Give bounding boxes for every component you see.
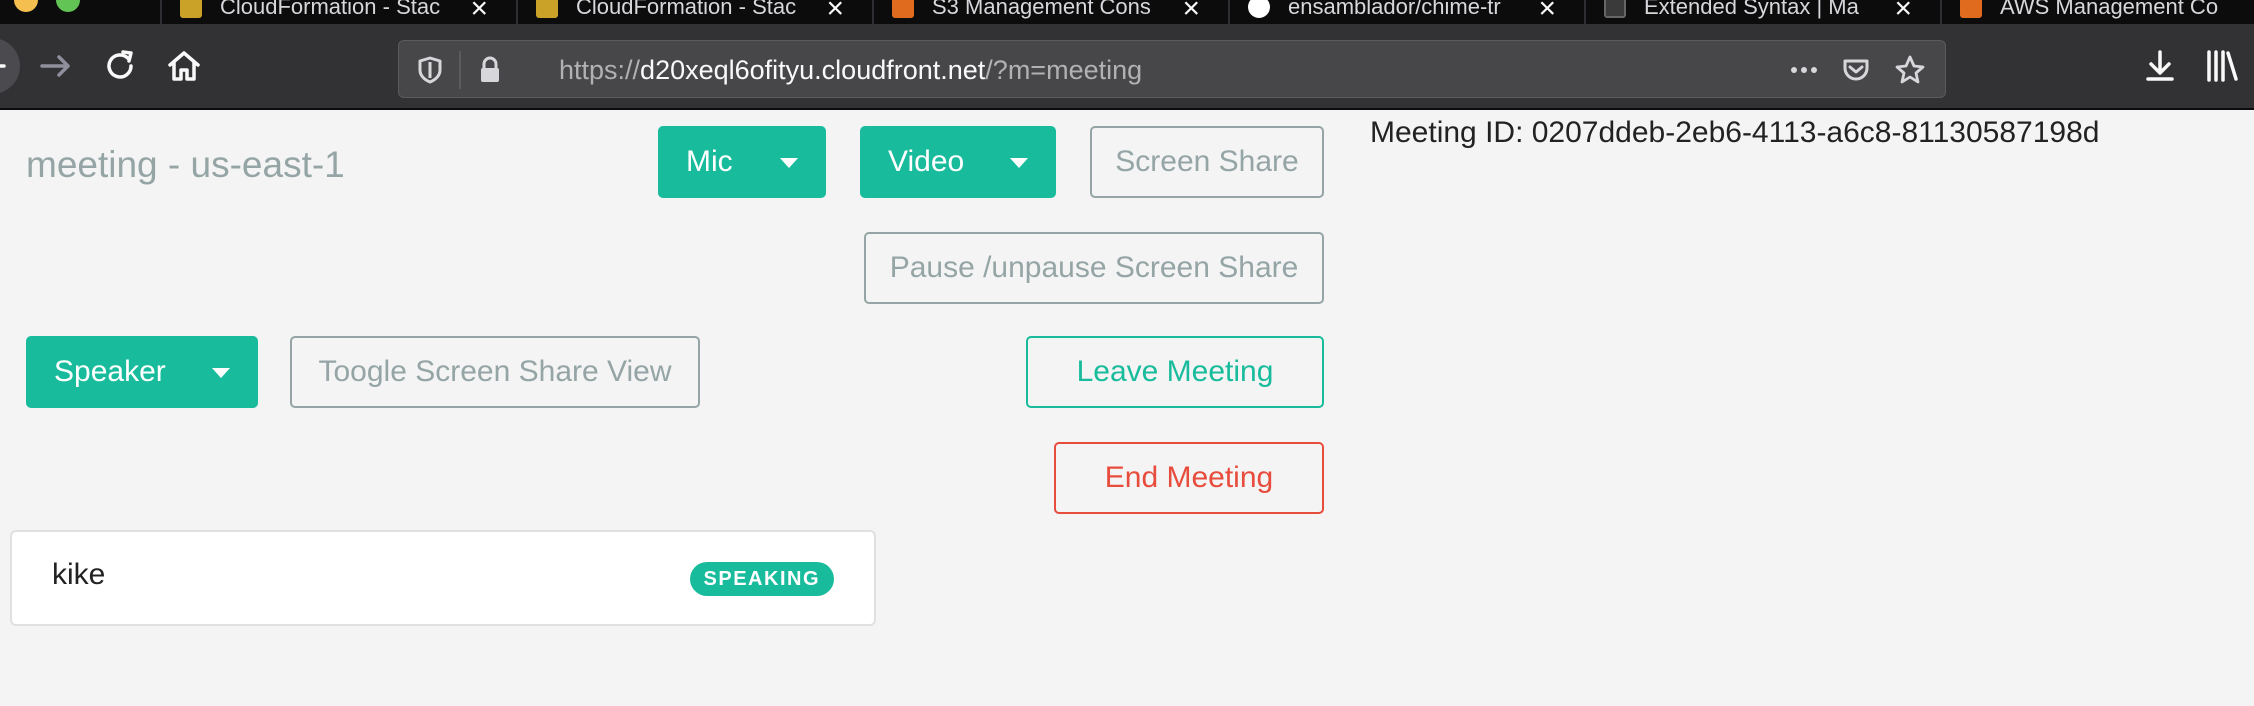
cloudformation-favicon-icon [536, 0, 558, 18]
end-meeting-button[interactable]: End Meeting [1054, 442, 1324, 514]
back-icon [0, 64, 6, 68]
meeting-id-label: Meeting ID: 0207ddeb-2eb6-4113-a6c8-8113… [1370, 116, 2100, 149]
tab-title: S3 Management Cons [932, 0, 1151, 19]
url-path: /?m=meeting [985, 55, 1143, 85]
github-favicon-icon [1248, 0, 1270, 18]
roster-list-item: kike SPEAKING [10, 530, 876, 626]
tab-title: AWS Management Co [2000, 0, 2219, 19]
url-domain: d20xeql6ofityu.cloudfront.net [640, 55, 986, 85]
caret-down-icon [1010, 158, 1028, 168]
tab-title: Extended Syntax | Ma [1644, 0, 1859, 19]
leave-meeting-label: Leave Meeting [1076, 355, 1274, 388]
tab-title: CloudFormation - Stac [220, 0, 441, 19]
pocket-icon[interactable] [1839, 53, 1873, 87]
attendee-name: kike [52, 558, 106, 591]
shield-icon[interactable] [413, 53, 447, 87]
more-icon[interactable] [1787, 53, 1821, 87]
video-button-label: Video [888, 145, 965, 178]
meeting-page: meeting - us-east-1 Meeting ID: 0207ddeb… [0, 110, 2254, 706]
downloads-button[interactable] [2138, 44, 2182, 88]
speaker-button-label: Speaker [54, 355, 166, 388]
speaker-dropdown-button[interactable]: Speaker [26, 336, 258, 408]
library-icon [2207, 50, 2238, 82]
forward-icon [40, 55, 70, 77]
home-button[interactable] [162, 44, 206, 88]
leave-meeting-button[interactable]: Leave Meeting [1026, 336, 1324, 408]
reload-icon [107, 50, 133, 79]
aws-favicon-icon [1960, 0, 1982, 18]
close-tab-icon[interactable]: × [1538, 0, 1556, 24]
address-bar[interactable]: https://d20xeql6ofityu.cloudfront.net/?m… [398, 40, 1946, 98]
close-tab-icon[interactable]: × [826, 0, 844, 24]
browser-tab-3[interactable]: S3 Management Cons × [872, 0, 1222, 24]
speaking-status-badge: SPEAKING [689, 562, 834, 596]
tab-title: CloudFormation - Stac [576, 0, 797, 19]
video-dropdown-button[interactable]: Video [860, 126, 1056, 198]
browser-toolbar: https://d20xeql6ofityu.cloudfront.net/?m… [0, 24, 2254, 110]
browser-tab-6[interactable]: AWS Management Co [1940, 0, 2254, 24]
address-bar-divider [459, 51, 461, 89]
pause-screen-share-button[interactable]: Pause /unpause Screen Share [864, 232, 1324, 304]
cloudformation-favicon-icon [180, 0, 202, 18]
maximize-window-button[interactable] [56, 0, 80, 12]
page-title: meeting - us-east-1 [26, 144, 345, 185]
document-favicon-icon [1604, 0, 1626, 18]
home-icon [168, 51, 200, 81]
browser-tab-2[interactable]: CloudFormation - Stac × [516, 0, 866, 24]
download-icon [2146, 50, 2174, 81]
url-text[interactable]: https://d20xeql6ofityu.cloudfront.net/?m… [559, 41, 1142, 99]
end-meeting-label: End Meeting [1104, 461, 1274, 494]
toggle-screen-share-view-button[interactable]: Toogle Screen Share View [290, 336, 700, 408]
close-tab-icon[interactable]: × [1894, 0, 1912, 24]
star-icon[interactable] [1893, 53, 1927, 87]
caret-down-icon [212, 368, 230, 378]
browser-tab-1[interactable]: CloudFormation - Stac × [160, 0, 510, 24]
screen-share-button-label: Screen Share [1115, 145, 1299, 178]
forward-button[interactable] [34, 44, 78, 88]
mic-dropdown-button[interactable]: Mic [658, 126, 826, 198]
browser-tab-5[interactable]: Extended Syntax | Ma × [1584, 0, 1934, 24]
browser-tab-4[interactable]: ensamblador/chime-tr × [1228, 0, 1578, 24]
lock-icon[interactable] [473, 53, 507, 87]
tab-title: ensamblador/chime-tr [1288, 0, 1501, 19]
library-button[interactable] [2200, 44, 2244, 88]
pause-screen-share-label: Pause /unpause Screen Share [889, 251, 1299, 284]
back-button[interactable] [0, 38, 20, 94]
close-tab-icon[interactable]: × [470, 0, 488, 24]
screen-share-button[interactable]: Screen Share [1090, 126, 1324, 198]
caret-down-icon [780, 158, 798, 168]
close-tab-icon[interactable]: × [1182, 0, 1200, 24]
reload-button[interactable] [98, 44, 142, 88]
mic-button-label: Mic [686, 145, 733, 178]
toggle-screen-share-view-label: Toogle Screen Share View [318, 355, 672, 388]
browser-tab-strip: CloudFormation - Stac × CloudFormation -… [0, 0, 2254, 24]
url-scheme: https:// [559, 55, 641, 85]
aws-favicon-icon [892, 0, 914, 18]
minimize-window-button[interactable] [14, 0, 38, 12]
